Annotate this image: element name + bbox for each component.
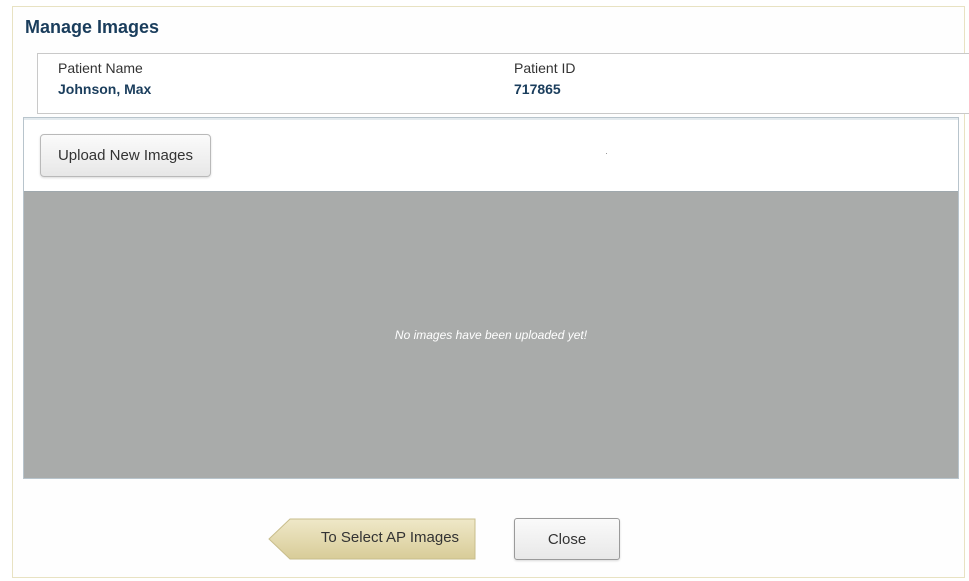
close-button[interactable]: Close [514,518,620,560]
patient-info-box: Patient Name Johnson, Max Patient ID 717… [37,53,969,114]
image-list-area: No images have been uploaded yet! [24,192,958,478]
toolbar-dot [606,153,607,154]
upload-new-images-button[interactable]: Upload New Images [40,134,211,177]
images-toolbar: Upload New Images [24,120,958,192]
back-button-label: To Select AP Images [320,529,460,546]
images-panel: Upload New Images No images have been up… [23,117,959,479]
patient-name-value: Johnson, Max [58,81,152,97]
patient-id-value: 717865 [514,81,561,97]
empty-images-message: No images have been uploaded yet! [394,328,588,342]
patient-name-label: Patient Name [58,60,143,76]
to-select-ap-images-button[interactable]: To Select AP Images [268,518,476,560]
patient-id-label: Patient ID [514,60,576,76]
dialog-title: Manage Images [25,17,160,37]
